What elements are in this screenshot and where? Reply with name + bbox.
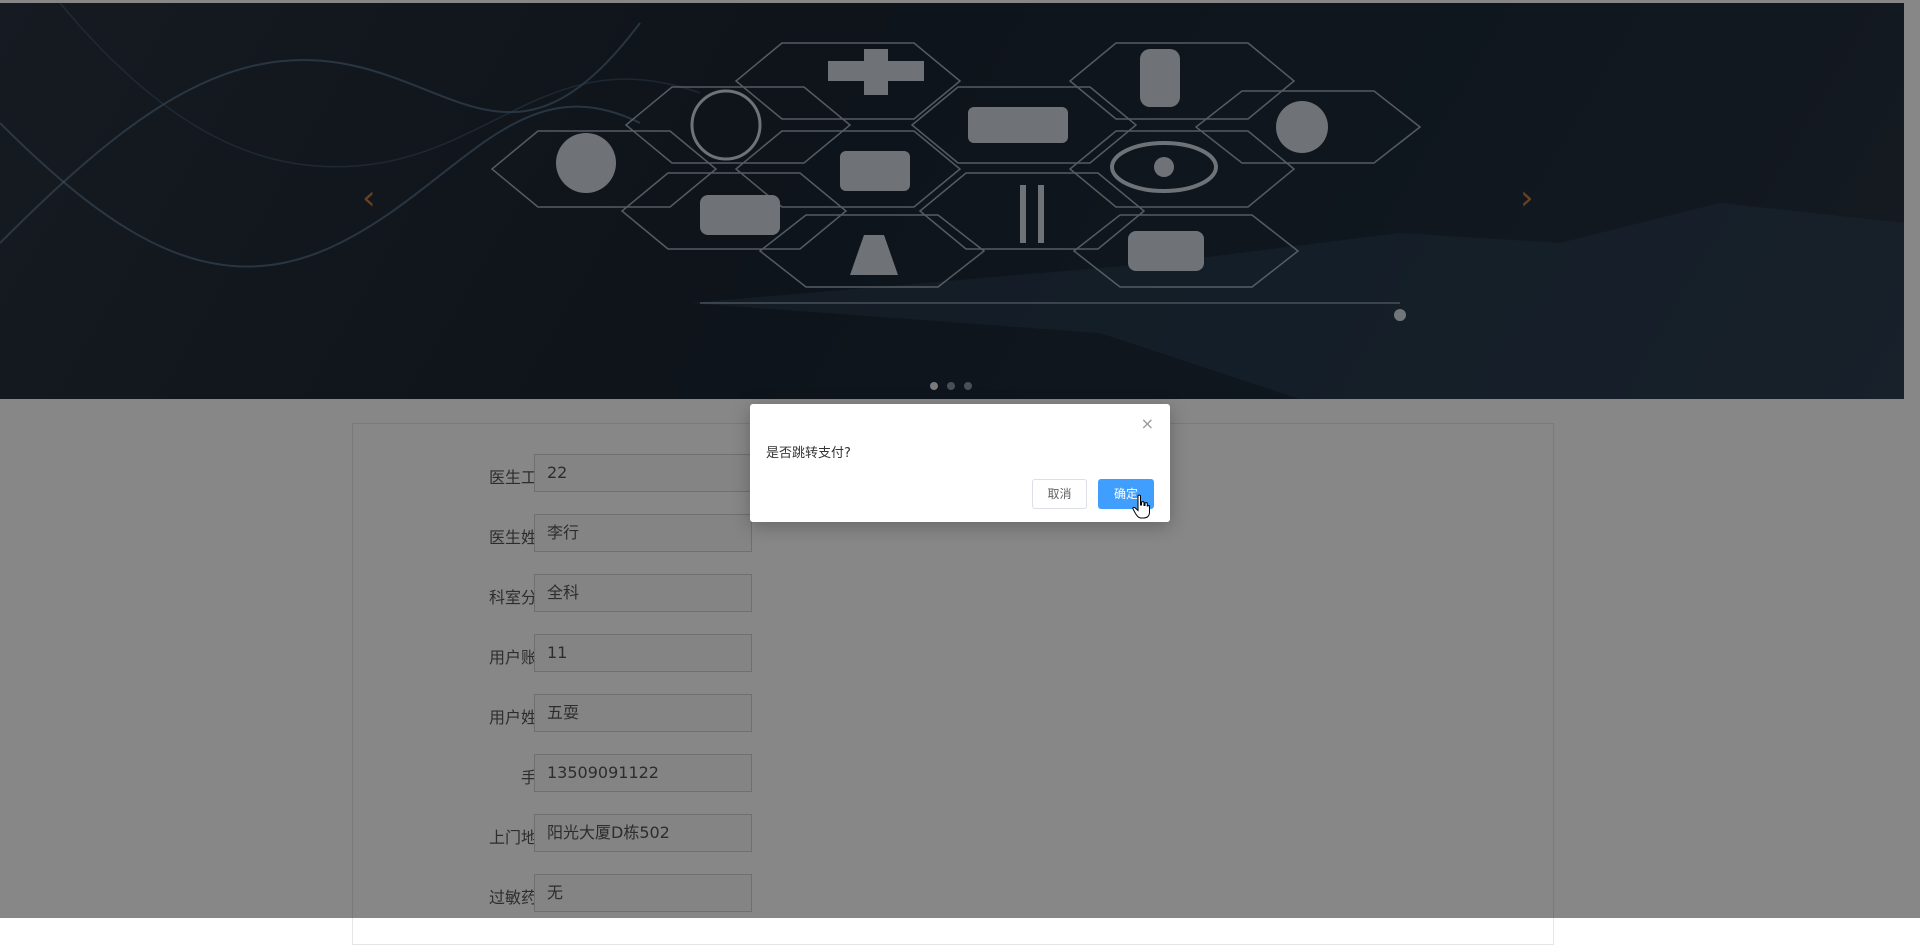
dialog-message: 是否跳转支付? xyxy=(766,446,851,461)
close-icon[interactable]: × xyxy=(1141,416,1154,432)
hand-cursor-icon xyxy=(1132,494,1150,519)
cancel-button[interactable]: 取消 xyxy=(1032,479,1087,509)
confirm-dialog: × 是否跳转支付? 取消 确定 xyxy=(750,404,1170,522)
